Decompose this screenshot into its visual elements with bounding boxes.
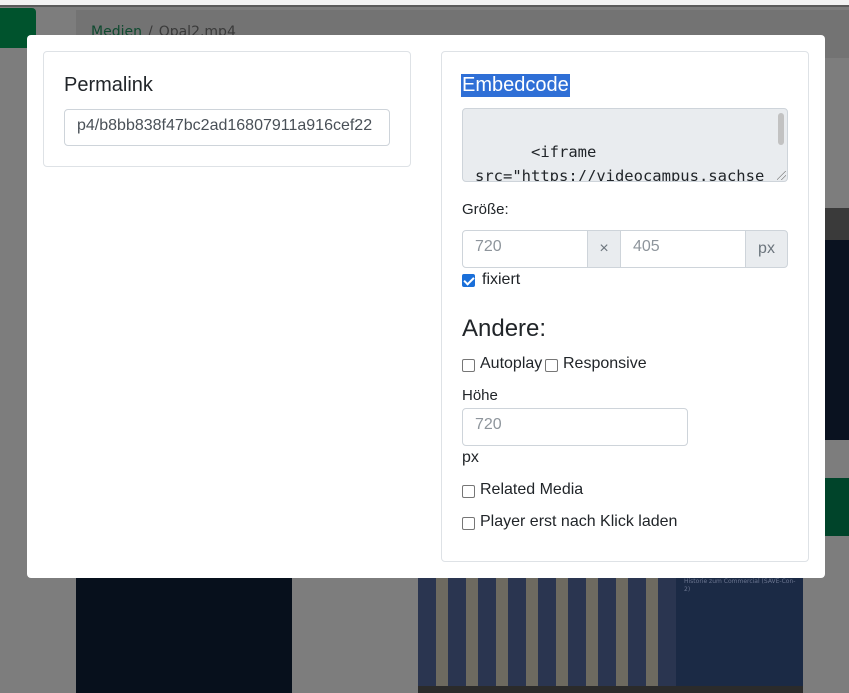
textarea-scrollbar[interactable] [778,113,784,145]
background-thumbnail-image [418,578,676,686]
textarea-resize-handle[interactable] [777,171,786,180]
fixed-checkbox[interactable] [462,274,475,287]
related-media-checkbox[interactable] [462,485,475,498]
background-footer-strip [418,686,803,693]
click-load-label: Player erst nach Klick laden [480,513,678,530]
autoplay-checkbox[interactable] [462,359,475,372]
embedcode-title: Embedcode [461,74,570,97]
responsive-checkbox[interactable] [545,359,558,372]
px-addon: px [745,230,788,268]
permalink-card: Permalink p4/b8bb838f47bc2ad16807911a916… [43,51,411,167]
responsive-label: Responsive [563,355,647,372]
background-green-bar [825,478,849,536]
size-label: Größe: [462,201,509,218]
fixed-label: fixiert [482,271,521,288]
autoplay-label: Autoplay [480,355,543,372]
background-panel [825,208,849,240]
click-load-checkbox[interactable] [462,517,475,530]
share-modal: Permalink p4/b8bb838f47bc2ad16807911a916… [27,35,825,578]
player-height-input[interactable]: 720 [462,408,688,446]
height-label: Höhe [462,387,498,404]
permalink-title: Permalink [64,74,153,96]
top-divider [0,5,849,7]
other-options-title: Andere: [462,315,547,342]
width-input[interactable]: 720 [462,230,588,268]
background-info-panel [676,578,803,686]
height-unit-label: px [462,449,479,466]
times-addon: × [587,230,621,268]
height-input[interactable]: 405 [620,230,746,268]
background-info-text: Historie zum Commercial (SAVE-Con-2) [684,578,796,593]
embedcode-textarea[interactable]: <iframe src="https://videocampus.sachsen… [462,108,788,182]
embedcode-text: <iframe src="https://videocampus.sachsen… [475,143,765,182]
permalink-input[interactable]: p4/b8bb838f47bc2ad16807911a916cef22 [64,109,390,146]
related-media-label: Related Media [480,481,584,498]
background-video-area [825,240,849,440]
embed-card: Embedcode <iframe src="https://videocamp… [441,51,809,562]
background-sidebar [76,578,292,693]
